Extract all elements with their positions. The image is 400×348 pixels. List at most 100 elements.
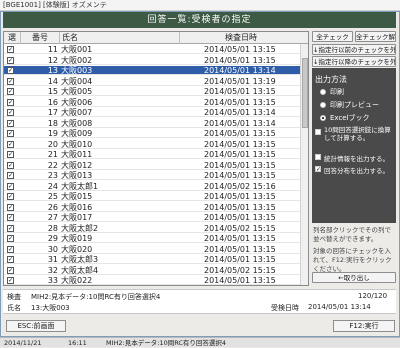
- statistics-label: 統計情報を出力する。: [324, 155, 389, 163]
- row-number: 31: [47, 255, 58, 264]
- row-name: 大阪002: [61, 55, 93, 65]
- back-button[interactable]: ESC:前画面: [6, 320, 66, 332]
- table-row[interactable]: ✓ 11 大阪001 2014/05/01 13:15: [4, 45, 308, 54]
- row-checkbox[interactable]: ✓: [7, 277, 14, 284]
- row-checkbox[interactable]: ✓: [7, 77, 14, 85]
- row-date: 2014/05/01 13:15: [204, 150, 276, 159]
- row-number: 29: [47, 234, 58, 243]
- table-row[interactable]: ✓ 29 大阪019 2014/05/01 13:15: [4, 234, 308, 243]
- row-name: 大阪010: [61, 139, 93, 149]
- row-checkbox[interactable]: ✓: [7, 109, 14, 116]
- row-checkbox[interactable]: ✓: [7, 67, 14, 74]
- row-date: 2014/05/01 13:15: [204, 276, 276, 285]
- table-row[interactable]: ✓ 28 大阪太郎2 2014/05/02 15:15: [4, 223, 308, 233]
- row-number: 23: [47, 171, 58, 180]
- table-row[interactable]: ✓ 12 大阪002 2014/05/01 13:15: [4, 55, 308, 65]
- preview-label: 印刷プレビュー: [330, 101, 379, 109]
- table-row[interactable]: ✓ 33 大阪022 2014/05/01 13:15: [4, 276, 308, 285]
- table-row[interactable]: ✓ 27 大阪017 2014/05/01 13:15: [4, 213, 308, 222]
- convert-10q-checkbox[interactable]: [315, 129, 321, 135]
- row-number: 32: [47, 265, 58, 275]
- retrieve-button[interactable]: ←取り出し: [312, 272, 396, 283]
- row-checkbox[interactable]: ✓: [7, 193, 14, 200]
- row-number: 12: [47, 55, 58, 65]
- row-name: 大阪太郎4: [61, 265, 99, 275]
- table-row[interactable]: ✓ 14 大阪004 2014/05/01 13:19: [4, 77, 308, 86]
- table-row[interactable]: ✓ 23 大阪013 2014/05/01 13:15: [4, 171, 308, 180]
- row-name: 大阪008: [61, 118, 93, 128]
- column-header-name[interactable]: 氏名: [60, 32, 180, 44]
- distribution-checkbox[interactable]: ✓: [315, 166, 321, 173]
- table-row[interactable]: ✓ 25 大阪015 2014/05/01 13:15: [4, 192, 308, 201]
- row-checkbox[interactable]: ✓: [7, 56, 14, 64]
- table-row[interactable]: ✓ 21 大阪011 2014/05/01 13:15: [4, 150, 308, 159]
- uncheck-before-button[interactable]: ↓指定行以前のチェックを外す: [312, 44, 396, 55]
- record-count: 120/120: [358, 292, 388, 300]
- scrollbar-thumb[interactable]: [302, 58, 308, 128]
- row-checkbox[interactable]: ✓: [7, 172, 14, 179]
- print-radio[interactable]: [320, 89, 326, 95]
- list-scrollbar[interactable]: [300, 44, 308, 285]
- row-name: 大阪017: [61, 213, 93, 222]
- row-checkbox[interactable]: ✓: [7, 161, 14, 169]
- name-value: 13:大阪003: [31, 304, 70, 312]
- table-row[interactable]: ✓ 32 大阪太郎4 2014/05/02 15:15: [4, 265, 308, 275]
- row-date: 2014/05/01 13:15: [204, 97, 276, 107]
- row-checkbox[interactable]: ✓: [7, 140, 14, 148]
- table-row[interactable]: ✓ 16 大阪006 2014/05/01 13:15: [4, 97, 308, 107]
- window-title: [BGE1001] [体験版] オズメンテ: [0, 0, 400, 11]
- table-row[interactable]: ✓ 22 大阪012 2014/05/01 13:15: [4, 161, 308, 170]
- distribution-label: 回答分布を出力する。: [324, 167, 389, 175]
- row-checkbox[interactable]: ✓: [7, 98, 14, 106]
- row-number: 30: [47, 244, 58, 254]
- row-checkbox[interactable]: ✓: [7, 266, 14, 274]
- table-row[interactable]: ✓ 31 大阪太郎3 2014/05/01 13:15: [4, 255, 308, 264]
- row-date: 2014/05/01 13:15: [204, 213, 276, 222]
- row-checkbox[interactable]: ✓: [7, 182, 14, 190]
- row-name: 大阪005: [61, 87, 93, 96]
- table-row[interactable]: ✓ 15 大阪005 2014/05/01 13:15: [4, 87, 308, 96]
- statistics-checkbox[interactable]: [315, 154, 321, 160]
- table-row[interactable]: ✓ 13 大阪003 2014/05/01 13:14: [4, 66, 308, 75]
- row-date: 2014/05/01 13:15: [204, 244, 276, 254]
- table-row[interactable]: ✓ 18 大阪008 2014/05/01 13:14: [4, 118, 308, 128]
- row-checkbox[interactable]: ✓: [7, 235, 14, 242]
- column-header-number[interactable]: 番号: [21, 32, 60, 44]
- row-number: 25: [47, 192, 58, 201]
- row-name: 大阪太郎3: [61, 255, 99, 264]
- preview-radio[interactable]: [320, 102, 326, 108]
- check-all-button[interactable]: 全チェック: [312, 31, 353, 42]
- page-title: 回答一覧:受検者の指定: [3, 12, 396, 28]
- table-row[interactable]: ✓ 19 大阪009 2014/05/01 13:15: [4, 129, 308, 138]
- respondent-list[interactable]: 選 番号 氏名 検査日時 ✓ 11 大阪001 2014/05/01 13:15 ✓ 12…: [3, 31, 309, 286]
- row-checkbox[interactable]: ✓: [7, 203, 14, 211]
- row-date: 2014/05/01 13:15: [204, 55, 276, 65]
- execute-hint: 対象の回答にチェックを入れて、F12:実行をクリックください。: [313, 247, 392, 273]
- uncheck-after-button[interactable]: ↓指定行以降のチェックを外す: [312, 56, 396, 67]
- row-checkbox[interactable]: ✓: [7, 224, 14, 232]
- row-checkbox[interactable]: ✓: [7, 119, 14, 127]
- uncheck-all-button[interactable]: 全チェック解除: [355, 31, 396, 42]
- table-row[interactable]: ✓ 20 大阪010 2014/05/01 13:15: [4, 139, 308, 149]
- row-checkbox[interactable]: ✓: [7, 245, 14, 253]
- row-checkbox[interactable]: ✓: [7, 130, 14, 137]
- row-checkbox[interactable]: ✓: [7, 46, 14, 53]
- row-checkbox[interactable]: ✓: [7, 214, 14, 221]
- row-checkbox[interactable]: ✓: [7, 88, 14, 95]
- excel-radio[interactable]: [320, 115, 326, 121]
- test-value: MIH2:見本データ:10問RC有り回答選択4: [31, 293, 161, 301]
- row-date: 2014/05/01 13:15: [204, 139, 276, 149]
- execute-button[interactable]: F12:実行: [333, 320, 395, 332]
- row-number: 28: [47, 223, 58, 233]
- row-checkbox[interactable]: ✓: [7, 151, 14, 158]
- table-row[interactable]: ✓ 17 大阪007 2014/05/01 13:14: [4, 108, 308, 117]
- column-header-date[interactable]: 検査日時: [180, 32, 302, 44]
- row-date: 2014/05/02 15:16: [204, 181, 276, 191]
- row-checkbox[interactable]: ✓: [7, 256, 14, 263]
- table-row[interactable]: ✓ 26 大阪016 2014/05/01 13:15: [4, 203, 308, 212]
- table-row[interactable]: ✓ 30 大阪020 2014/05/01 13:15: [4, 244, 308, 254]
- table-row[interactable]: ✓ 24 大阪太郎1 2014/05/02 15:16: [4, 181, 308, 191]
- column-header-select[interactable]: 選: [4, 32, 21, 44]
- row-name: 大阪009: [61, 129, 93, 138]
- row-date: 2014/05/02 15:15: [204, 265, 276, 275]
